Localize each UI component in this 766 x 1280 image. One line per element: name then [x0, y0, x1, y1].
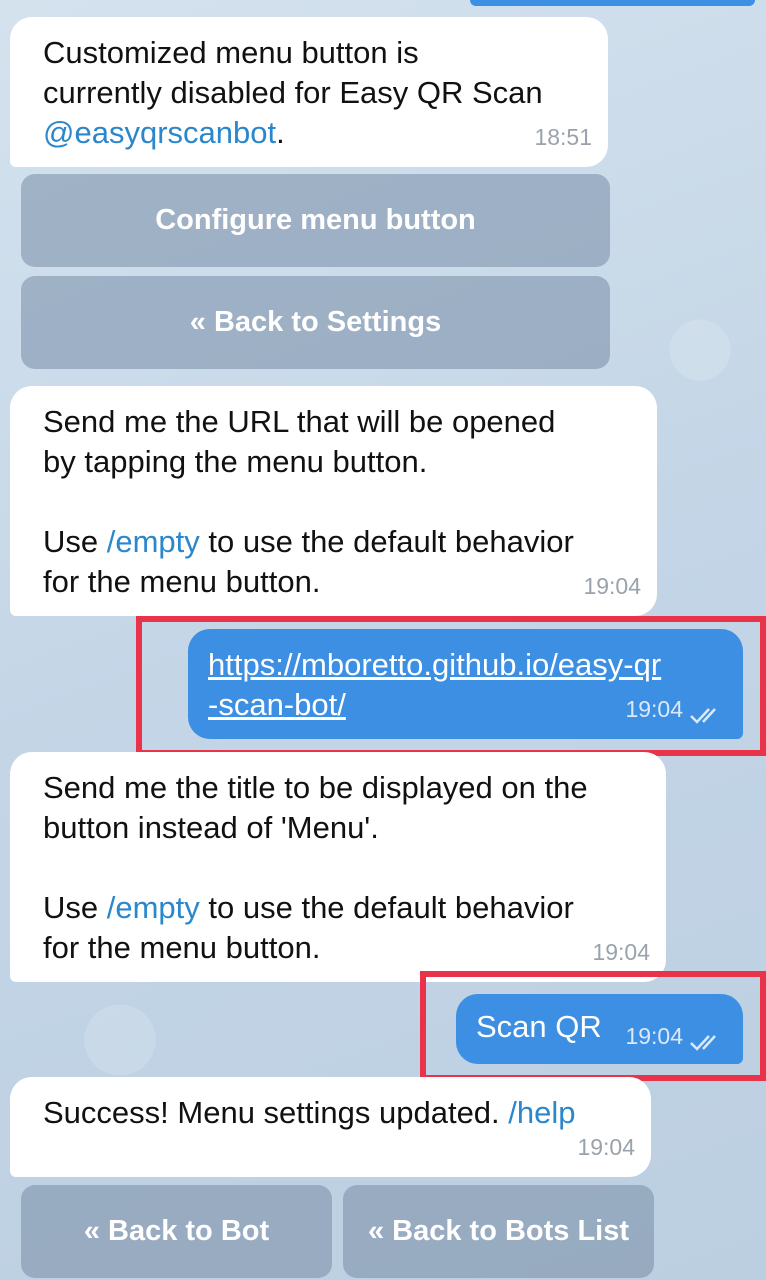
bot-message-send-title: Send me the title to be displayed on the…: [10, 752, 666, 982]
bot-mention-link[interactable]: @easyqrscanbot: [43, 115, 276, 150]
message-text: Send me the URL that will be opened by t…: [43, 404, 574, 599]
url-link-continued[interactable]: -scan-bot/: [208, 687, 346, 722]
empty-command-link[interactable]: /empty: [107, 524, 200, 559]
message-time: 18:51: [534, 124, 592, 150]
bot-message-success: Success! Menu settings updated. /help 19…: [10, 1077, 651, 1177]
previous-outgoing-bubble-edge: [470, 0, 755, 6]
empty-command-link[interactable]: /empty: [107, 890, 200, 925]
double-check-icon: [690, 708, 716, 724]
message-time: 19:04: [625, 696, 683, 722]
user-message-url: https://mboretto.github.io/easy-qr -scan…: [188, 629, 743, 739]
message-time: 19:04: [583, 573, 641, 599]
bot-message-menu-disabled: Customized menu button is currently disa…: [10, 17, 608, 167]
back-to-bot-button[interactable]: « Back to Bot: [21, 1185, 332, 1278]
back-to-bots-list-button[interactable]: « Back to Bots List: [343, 1185, 654, 1278]
user-message-scan-qr: Scan QR 19:04: [456, 994, 743, 1064]
message-text: Customized menu button is currently disa…: [43, 35, 543, 150]
bot-message-send-url: Send me the URL that will be opened by t…: [10, 386, 657, 616]
message-text: Send me the title to be displayed on the…: [43, 770, 588, 965]
configure-menu-button[interactable]: Configure menu button: [21, 174, 610, 267]
message-time: 19:04: [577, 1134, 635, 1160]
back-to-settings-button[interactable]: « Back to Settings: [21, 276, 610, 369]
message-time: 19:04: [592, 939, 650, 965]
double-check-icon: [690, 1035, 716, 1051]
help-command-link[interactable]: /help: [508, 1095, 575, 1130]
url-link[interactable]: https://mboretto.github.io/easy-qr: [208, 647, 661, 682]
message-time: 19:04: [625, 1023, 683, 1049]
message-text: Success! Menu settings updated. /help: [43, 1095, 576, 1130]
